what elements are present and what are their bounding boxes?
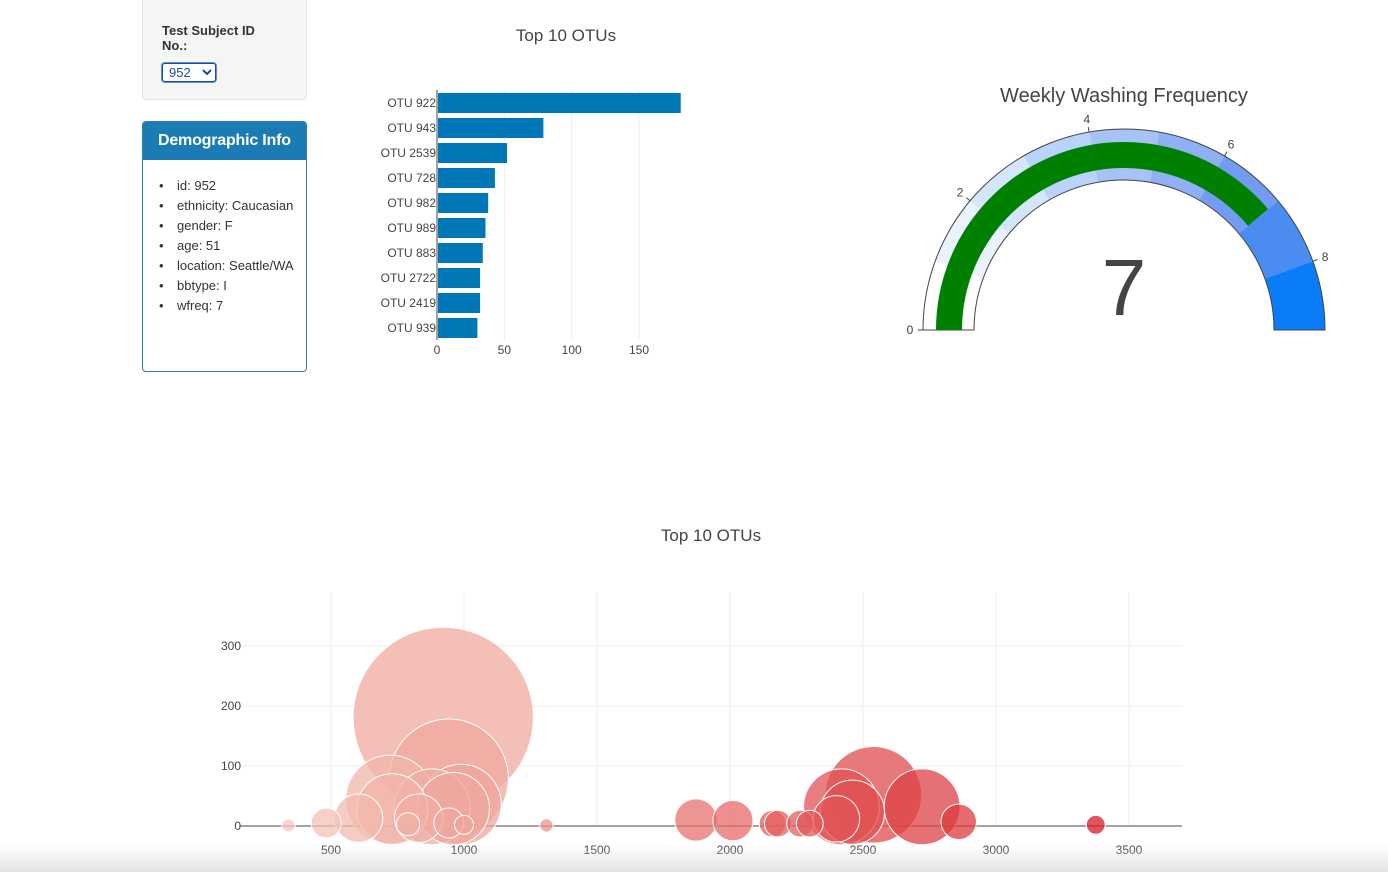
bubble-mark [940,803,977,841]
gauge-tick [1312,259,1318,262]
gauge-tick-label: 6 [1228,138,1235,152]
bubble-chart-title: Top 10 OTUs [661,526,761,545]
charts-canvas: 0 50 100 150 OTU 922 OTU 943 OTU 2539 OTU 728 OT… [221,26,1329,857]
bottom-shade [0,845,1388,872]
bar-chart-title: Top 10 OTUs [516,26,616,45]
bar-mark [438,143,508,163]
gauge-value-number: 7 [1102,243,1147,332]
bar-mark [438,93,681,113]
bar-category-label: OTU 2722 [381,271,437,285]
bar-mark [438,293,481,313]
bubble-y-tick-label: 300 [221,639,241,653]
bar-mark [438,118,544,138]
gauge-tick-label: 4 [1083,112,1090,126]
bar-mark [438,243,483,263]
bar-x-tick-label: 50 [498,343,512,357]
bar-category-label: OTU 922 [387,96,436,110]
bar-x-tick-label: 100 [562,343,582,357]
gauge-tick [965,197,971,202]
bar-category-label: OTU 2539 [381,146,437,160]
bubble-mark [1085,814,1106,835]
bar-x-tick-label: 150 [629,343,649,357]
bubble-y-tick-label: 100 [221,759,241,773]
bubble-mark [310,807,342,839]
bubble-mark [539,818,554,833]
gauge-tick-label: 8 [1322,250,1329,264]
bubble-mark [454,814,474,835]
gauge-tick [1224,151,1228,157]
bar-category-label: OTU 943 [387,121,436,135]
bar-category-label: OTU 2419 [381,296,437,310]
bubble-mark [712,800,754,842]
bubble-mark [396,812,421,837]
bar-chart[interactable]: 0 50 100 150 OTU 922 OTU 943 OTU 2539 OTU 728 OT… [381,26,681,357]
bubble-chart[interactable]: 5001000150020002500300035000100200300Top… [221,526,1182,857]
gauge-tick [1087,127,1090,133]
gauge-chart[interactable]: 0 2 4 6 8 7 Weekly Washing Frequency [907,85,1329,337]
bar-mark [438,168,495,188]
bar-category-label: OTU 989 [387,221,436,235]
bar-category-label: OTU 883 [387,246,436,260]
bar-category-label: OTU 728 [387,171,436,185]
gauge-tick-label: 2 [957,185,964,199]
bar-mark [438,318,478,338]
bar-mark [438,268,481,288]
bar-category-label: OTU 939 [387,321,436,335]
bubble-mark [334,793,384,843]
bar-mark [438,193,489,213]
bubble-y-tick-label: 200 [221,699,241,713]
gauge-tick-label: 0 [907,323,914,337]
bubble-mark [674,798,718,842]
bar-mark [438,218,486,238]
bubble-mark [281,818,296,833]
gauge-title: Weekly Washing Frequency [1000,85,1248,107]
bar-x-tick-label: 0 [434,343,441,357]
bubble-mark [795,809,824,838]
bar-category-label: OTU 982 [387,196,436,210]
